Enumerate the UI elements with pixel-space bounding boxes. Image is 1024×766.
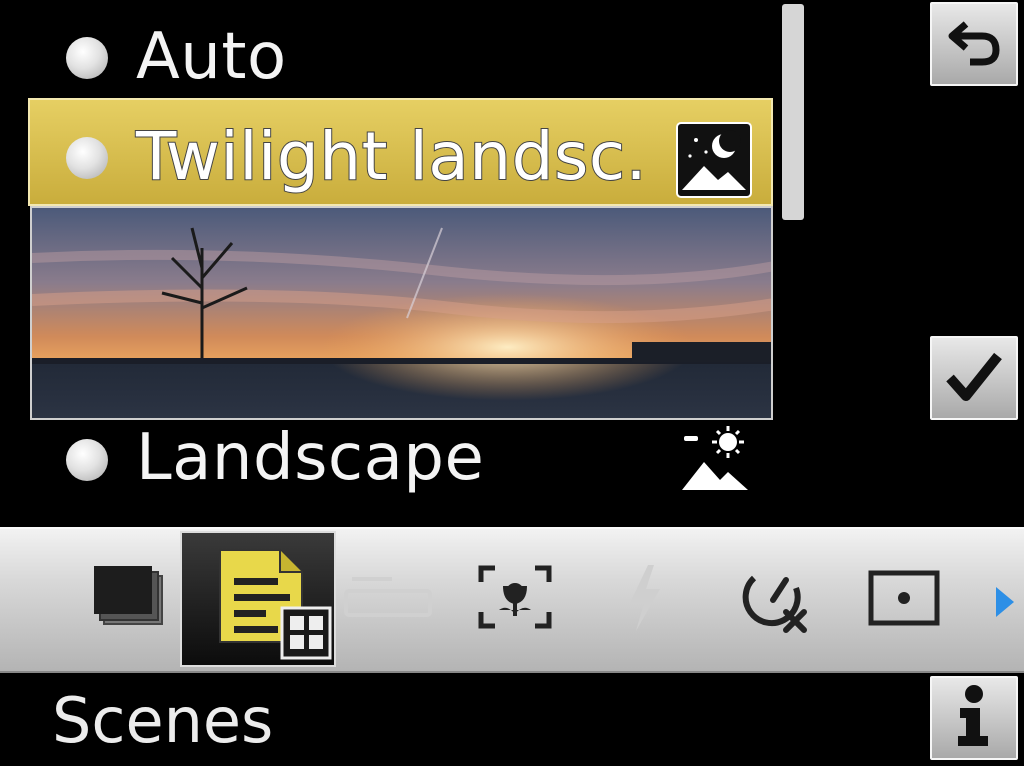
- checkmark-icon: [944, 348, 1004, 408]
- scene-mode-icon: [210, 544, 332, 662]
- next-arrow-icon: [994, 585, 1016, 623]
- radio-twilight-landscape[interactable]: [66, 137, 108, 179]
- tool-macro-focus[interactable]: [472, 562, 558, 636]
- metering-icon: [867, 569, 941, 631]
- drive-mode-icon: [90, 564, 166, 632]
- landscape-icon: [676, 424, 752, 496]
- macro-focus-icon: [475, 562, 555, 636]
- confirm-button[interactable]: [930, 336, 1018, 420]
- radio-auto[interactable]: [66, 37, 108, 79]
- info-icon: [952, 684, 996, 752]
- flash-icon: [622, 563, 668, 637]
- scene-item-auto[interactable]: Auto: [136, 25, 287, 89]
- tool-flash: [612, 560, 678, 640]
- tool-self-timer[interactable]: [736, 560, 814, 640]
- scrollbar[interactable]: [782, 4, 804, 220]
- tool-metering[interactable]: [864, 568, 944, 632]
- back-button[interactable]: [930, 2, 1018, 86]
- twilight-landscape-icon: [676, 122, 752, 198]
- radio-landscape[interactable]: [66, 439, 108, 481]
- scene-item-landscape[interactable]: Landscape: [136, 426, 484, 490]
- tool-drive-mode[interactable]: [86, 558, 170, 638]
- page-title: Scenes: [52, 684, 274, 757]
- tool-next[interactable]: [990, 584, 1020, 624]
- tool-image-size: [340, 568, 436, 628]
- back-arrow-icon: [946, 14, 1002, 74]
- scene-item-label: Twilight landsc.: [135, 118, 648, 195]
- image-size-icon: [342, 571, 434, 625]
- scene-preview-image: [30, 206, 773, 420]
- self-timer-off-icon: [740, 562, 810, 638]
- info-button[interactable]: [930, 676, 1018, 760]
